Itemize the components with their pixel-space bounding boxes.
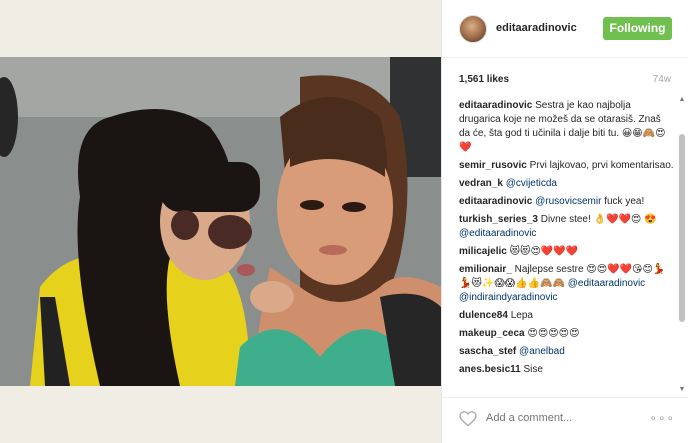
comment-user[interactable]: sascha_stef [459, 346, 516, 357]
list-item: semir_rusovic Prvi lajkovao, prvi koment… [459, 159, 674, 173]
comment-user[interactable]: turkish_series_3 [459, 214, 538, 225]
comment-mention[interactable]: @cvijeticda [506, 178, 557, 189]
comment-text: Najlepse sestre [514, 264, 584, 275]
comment-text: Lepa [510, 310, 533, 321]
post-photo[interactable] [0, 57, 441, 386]
username-link[interactable]: editaaradinovic [496, 22, 577, 34]
comments-list: editaaradinovic Sestra je kao najbolja d… [459, 99, 674, 394]
add-comment-input[interactable] [486, 412, 636, 424]
scroll-down-arrow-icon[interactable]: ▼ [678, 386, 686, 394]
likes-count[interactable]: 1,561 likes [459, 74, 509, 85]
selfie-image [0, 57, 441, 386]
comment-user[interactable]: emilionair_ [459, 264, 512, 275]
comment-user[interactable]: dulence84 [459, 310, 508, 321]
comment-bar: ∘∘∘ [442, 397, 688, 443]
post-side-panel: editaaradinovic Following 1,561 likes 74… [441, 0, 688, 443]
comment-user[interactable]: makeup_ceca [459, 328, 525, 339]
comment-mention[interactable]: @rusovicsemir [535, 196, 601, 207]
list-item: vedran_k @cvijeticda [459, 177, 674, 191]
comment-user[interactable]: editaaradinovic [459, 196, 532, 207]
comment-text: Sise [523, 364, 543, 375]
comment-text: fuck yea! [604, 196, 645, 207]
comment-user[interactable]: milicajelic [459, 246, 507, 257]
post-age[interactable]: 74w [653, 74, 671, 85]
comment-user[interactable]: semir_rusovic [459, 160, 527, 171]
comment-emoji: 😻😻😍❤️❤️❤️ [509, 246, 579, 257]
comment-emoji: 👌❤️❤️😍 [593, 214, 642, 225]
avatar[interactable] [459, 15, 487, 43]
following-button[interactable]: Following [603, 17, 672, 40]
comment-mention[interactable]: @anelbad [519, 346, 565, 357]
more-options-icon[interactable]: ∘∘∘ [649, 411, 675, 425]
post-header: editaaradinovic Following [442, 0, 688, 58]
comment-user[interactable]: vedran_k [459, 178, 503, 189]
scroll-up-arrow-icon[interactable]: ▲ [678, 96, 686, 104]
list-item: sascha_stef @anelbad [459, 345, 674, 359]
list-item: milicajelic 😻😻😍❤️❤️❤️ [459, 245, 674, 259]
list-item: makeup_ceca 😍😍😍😍😍 [459, 327, 674, 341]
list-item: emilionair_ Najlepse sestre 😍😍❤️❤️😘😊💃💃😻✨… [459, 263, 674, 305]
comments-scrollbar[interactable]: ▲ ▼ [678, 96, 686, 394]
comment-emoji: 😍😍😍😍😍 [527, 328, 580, 339]
comment-text: Prvi lajkovao, prvi komentarisao. [529, 160, 674, 171]
comment-user[interactable]: editaaradinovic [459, 100, 532, 111]
list-item: dulence84 Lepa [459, 309, 674, 323]
list-item: editaaradinovic Sestra je kao najbolja d… [459, 99, 674, 155]
comment-user[interactable]: anes.besic11 [459, 364, 521, 375]
list-item: turkish_series_3 Divne stee! 👌❤️❤️😍 😍 @e… [459, 213, 674, 241]
comment-text: Divne stee! [540, 214, 591, 225]
list-item: editaaradinovic @rusovicsemir fuck yea! [459, 195, 674, 209]
list-item: anes.besic11 Sise [459, 363, 674, 377]
scroll-thumb[interactable] [679, 134, 685, 322]
heart-icon[interactable] [459, 411, 477, 427]
